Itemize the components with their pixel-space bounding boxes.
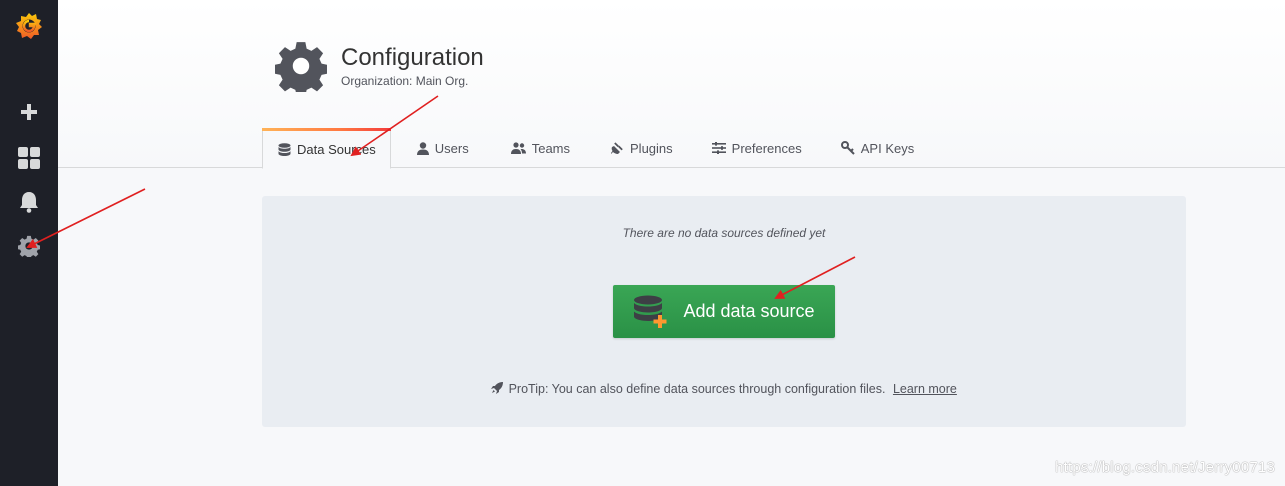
configuration-gear-icon <box>275 40 327 92</box>
gear-icon[interactable] <box>0 226 58 266</box>
tab-label: Teams <box>531 140 571 156</box>
watermark: https://blog.csdn.net/Jerry00713 <box>1055 459 1275 476</box>
learn-more-link[interactable]: Learn more <box>893 382 957 396</box>
tab-plugins[interactable]: Plugins <box>591 128 693 168</box>
tab-teams[interactable]: Teams <box>490 128 591 168</box>
tab-data-sources[interactable]: Data Sources <box>262 128 391 169</box>
page-header: Configuration Organization: Main Org. <box>275 40 484 92</box>
protip-text: ProTip: You can also define data sources… <box>508 382 886 396</box>
tab-label: Plugins <box>630 140 673 156</box>
add-data-source-label: Add data source <box>683 301 815 321</box>
grafana-logo-icon[interactable] <box>0 6 58 46</box>
user-icon <box>416 141 429 155</box>
tab-bar: Data Sources Users Teams Plugins Prefere… <box>262 128 928 169</box>
rocket-icon <box>491 382 504 394</box>
plug-icon <box>611 141 623 154</box>
key-icon <box>840 141 855 155</box>
bell-icon[interactable] <box>0 182 58 222</box>
sidebar <box>0 0 58 486</box>
empty-state-panel: There are no data sources defined yet Ad… <box>262 196 1186 427</box>
page-subtitle: Organization: Main Org. <box>341 74 469 88</box>
tab-users[interactable]: Users <box>391 128 490 168</box>
tab-api-keys[interactable]: API Keys <box>822 128 928 168</box>
protip: ProTip: You can also define data sources… <box>262 382 1186 396</box>
add-data-source-button[interactable]: Add data source <box>613 285 835 338</box>
tab-label: Data Sources <box>297 142 376 157</box>
tab-preferences[interactable]: Preferences <box>693 128 822 168</box>
tab-label: Preferences <box>731 140 802 156</box>
plus-icon[interactable] <box>0 92 58 132</box>
team-icon <box>510 142 526 154</box>
database-add-icon <box>634 295 667 328</box>
database-icon <box>278 142 291 156</box>
dashboards-icon[interactable] <box>0 138 58 178</box>
tab-label: API Keys <box>860 140 915 156</box>
tab-label: Users <box>434 140 469 156</box>
sliders-icon <box>711 142 726 154</box>
empty-state-message: There are no data sources defined yet <box>622 226 826 240</box>
page-title: Configuration <box>341 44 484 71</box>
